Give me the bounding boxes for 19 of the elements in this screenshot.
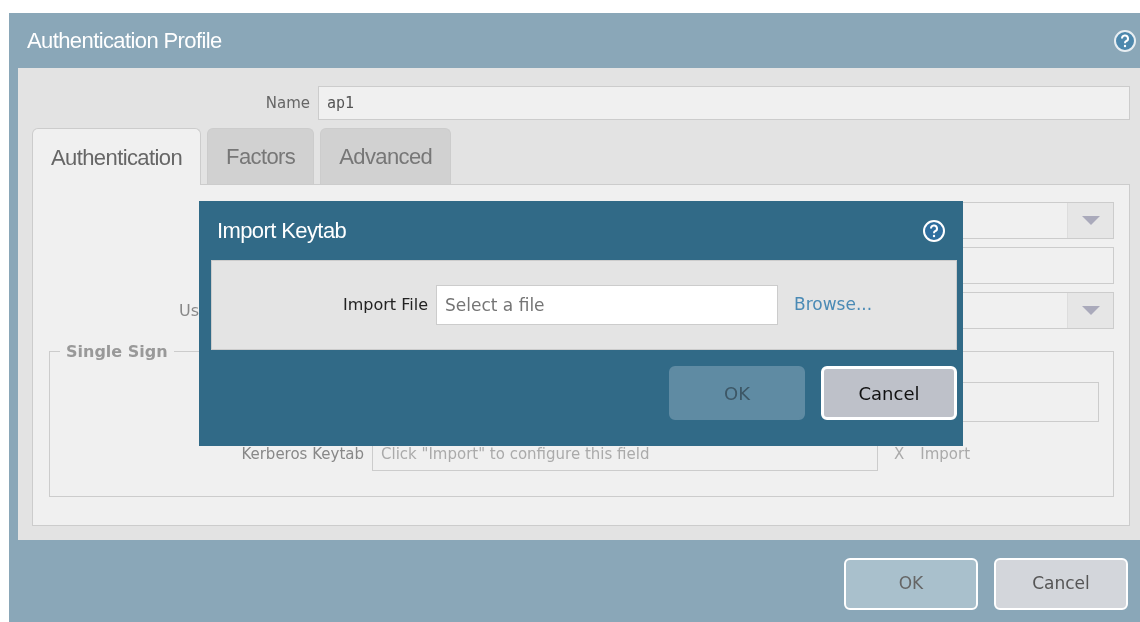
dialog-title: Import Keytab: [217, 217, 347, 245]
tab[interactable]: Factors: [207, 128, 315, 184]
field-label: Name: [264, 92, 311, 114]
tab[interactable]: Authentication: [32, 128, 202, 185]
file-field[interactable]: Select a file: [436, 285, 778, 325]
field-label: Kerberos Keytab: [240, 443, 365, 465]
field-label: Import File: [342, 294, 429, 316]
window-title: Authentication Profile: [27, 27, 222, 55]
browse-link[interactable]: Browse...: [794, 292, 873, 318]
name-field[interactable]: ap1: [318, 86, 1130, 120]
help-icon[interactable]: [1114, 29, 1136, 52]
tab[interactable]: Advanced: [320, 128, 452, 184]
dropdown-arrow-icon: [1081, 215, 1100, 226]
field-label: Us: [179, 300, 200, 320]
clear-link[interactable]: X: [894, 442, 905, 466]
cancel-button[interactable]: Cancel: [994, 558, 1128, 610]
import-link[interactable]: Import: [920, 442, 971, 466]
dropdown-arrow-icon: [1081, 305, 1100, 316]
cancel-button[interactable]: Cancel: [821, 366, 957, 420]
